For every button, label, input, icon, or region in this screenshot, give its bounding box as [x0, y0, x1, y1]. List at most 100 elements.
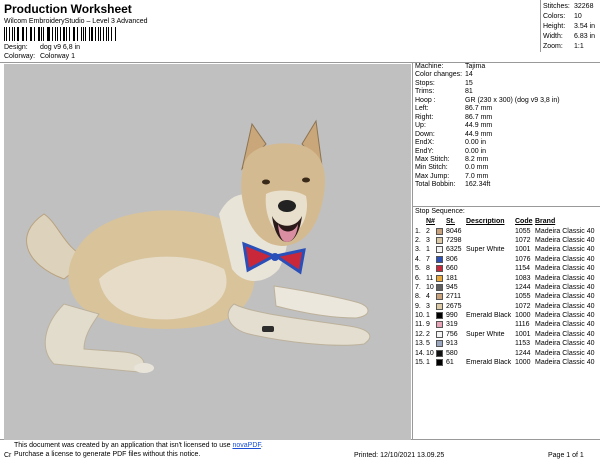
row-swatch-cell	[436, 236, 446, 244]
stat-label: Height:	[543, 23, 566, 30]
table-row: 10. 1 990 Emerald Black 1000 Madeira Classic …	[415, 311, 598, 320]
row-swatch-cell	[436, 359, 446, 367]
notice-text: This document was created by an applicat…	[14, 442, 233, 449]
row-swatch-cell	[436, 283, 446, 291]
row-brand: Madeira Classic 40	[535, 283, 595, 291]
row-code: 1000	[515, 312, 531, 320]
barcode	[4, 27, 116, 41]
row-swatch-cell	[436, 246, 446, 254]
info-row: Total Bobbin: 162.34ft	[415, 181, 595, 189]
table-row: 4. 7 806 1076 Madeira Classic 40	[415, 255, 598, 264]
info-label: Max Jump:	[415, 172, 450, 180]
row-needle: 10	[426, 283, 434, 291]
barcode-bar	[111, 27, 112, 41]
info-row: EndX: 0.00 in	[415, 139, 595, 147]
page-title: Production Worksheet	[4, 2, 132, 16]
info-label: Total Bobbin:	[415, 181, 456, 189]
row-index: 6.	[415, 274, 421, 282]
notice-text-2: Purchase a license to generate PDF files…	[14, 451, 201, 458]
header-code: Code	[515, 218, 533, 226]
barcode-bar	[38, 27, 40, 41]
barcode-bar	[76, 27, 79, 41]
row-stitches: 8046	[446, 227, 462, 235]
info-row: Max Stitch: 8.2 mm	[415, 156, 595, 164]
row-index: 10.	[415, 312, 425, 320]
stop-sequence-title: Stop Sequence:	[415, 208, 465, 215]
barcode-bar	[8, 27, 10, 41]
row-stitches: 990	[446, 312, 458, 320]
stop-sequence-table: N# St. Description Code Brand 1. 2 8046 105…	[415, 217, 598, 367]
table-row: 7. 10 945 1244 Madeira Classic 40	[415, 283, 598, 292]
table-row: 6. 11 181 1083 Madeira Classic 40	[415, 273, 598, 282]
row-description: Super White	[466, 330, 505, 338]
barcode-bar	[59, 27, 61, 41]
info-divider	[412, 206, 600, 207]
info-value: 86.7 mm	[465, 105, 493, 113]
row-index: 13.	[415, 340, 425, 348]
stat-row: Width: 6.83 in	[543, 32, 595, 42]
row-code: 1076	[515, 255, 531, 263]
stat-value: 10	[574, 13, 582, 20]
row-code: 1072	[515, 302, 531, 310]
barcode-bar	[66, 27, 67, 41]
stat-row: Zoom: 1:1	[543, 42, 595, 52]
row-stitches: 181	[446, 274, 458, 282]
color-swatch	[436, 265, 443, 273]
row-index: 5.	[415, 265, 421, 273]
row-brand: Madeira Classic 40	[535, 265, 595, 273]
stat-value: 3.54 in	[574, 23, 596, 30]
info-row: Machine: Tajima	[415, 63, 595, 71]
row-stitches: 61	[446, 359, 454, 367]
barcode-bar	[43, 27, 44, 41]
row-swatch-cell	[436, 302, 446, 310]
row-needle: 1	[426, 359, 430, 367]
novapdf-link[interactable]: novaPDF	[232, 442, 260, 449]
table-row: 14. 10 580 1244 Madeira Classic 40	[415, 348, 598, 357]
barcode-bar	[99, 27, 101, 41]
barcode-bar	[85, 27, 86, 41]
info-value: 0.00 in	[465, 139, 487, 147]
stat-value: 1:1	[574, 43, 584, 50]
barcode-bar	[88, 27, 91, 41]
row-needle: 1	[426, 246, 430, 254]
barcode-bar	[33, 27, 36, 41]
barcode-bar	[29, 27, 31, 41]
row-stitches: 913	[446, 340, 458, 348]
row-stitches: 945	[446, 283, 458, 291]
barcode-bar	[63, 27, 66, 41]
info-value: Tajima	[465, 63, 486, 70]
color-swatch	[436, 340, 443, 348]
row-brand: Madeira Classic 40	[535, 293, 595, 301]
info-row: Up: 44.9 mm	[415, 122, 595, 130]
barcode-bar	[68, 27, 70, 41]
barcode-bar	[40, 27, 42, 41]
barcode-bar	[94, 27, 96, 41]
info-row: EndY: 0.00 in	[415, 148, 595, 156]
row-needle: 3	[426, 236, 430, 244]
barcode-bar	[72, 27, 74, 41]
row-swatch-cell	[436, 293, 446, 301]
table-row: 12. 2 756 Super White 1001 Madeira Classic 40	[415, 330, 598, 339]
header-needle: N#	[426, 218, 435, 226]
info-row: Stops: 15	[415, 80, 595, 88]
colorway-label: Colorway:	[4, 53, 36, 60]
footer-cr: Cr	[4, 452, 12, 459]
color-swatch	[436, 227, 443, 235]
design-preview	[4, 64, 411, 440]
row-needle: 4	[426, 293, 430, 301]
row-needle: 7	[426, 255, 430, 263]
row-stitches: 660	[446, 265, 458, 273]
info-value: 0.00 in	[465, 147, 487, 155]
color-swatch	[436, 302, 443, 310]
info-label: EndY:	[415, 147, 434, 155]
row-swatch-cell	[436, 274, 446, 282]
stat-value: 6.83 in	[574, 33, 596, 40]
info-value: 14	[465, 71, 473, 79]
row-stitches: 580	[446, 349, 458, 357]
row-brand: Madeira Classic 40	[535, 340, 595, 348]
row-stitches: 2711	[446, 293, 462, 301]
row-brand: Madeira Classic 40	[535, 255, 595, 263]
barcode-bar	[102, 27, 104, 41]
barcode-bar	[91, 27, 93, 41]
table-row: 3. 1 6325 Super White 1001 Madeira Classic 40	[415, 245, 598, 254]
